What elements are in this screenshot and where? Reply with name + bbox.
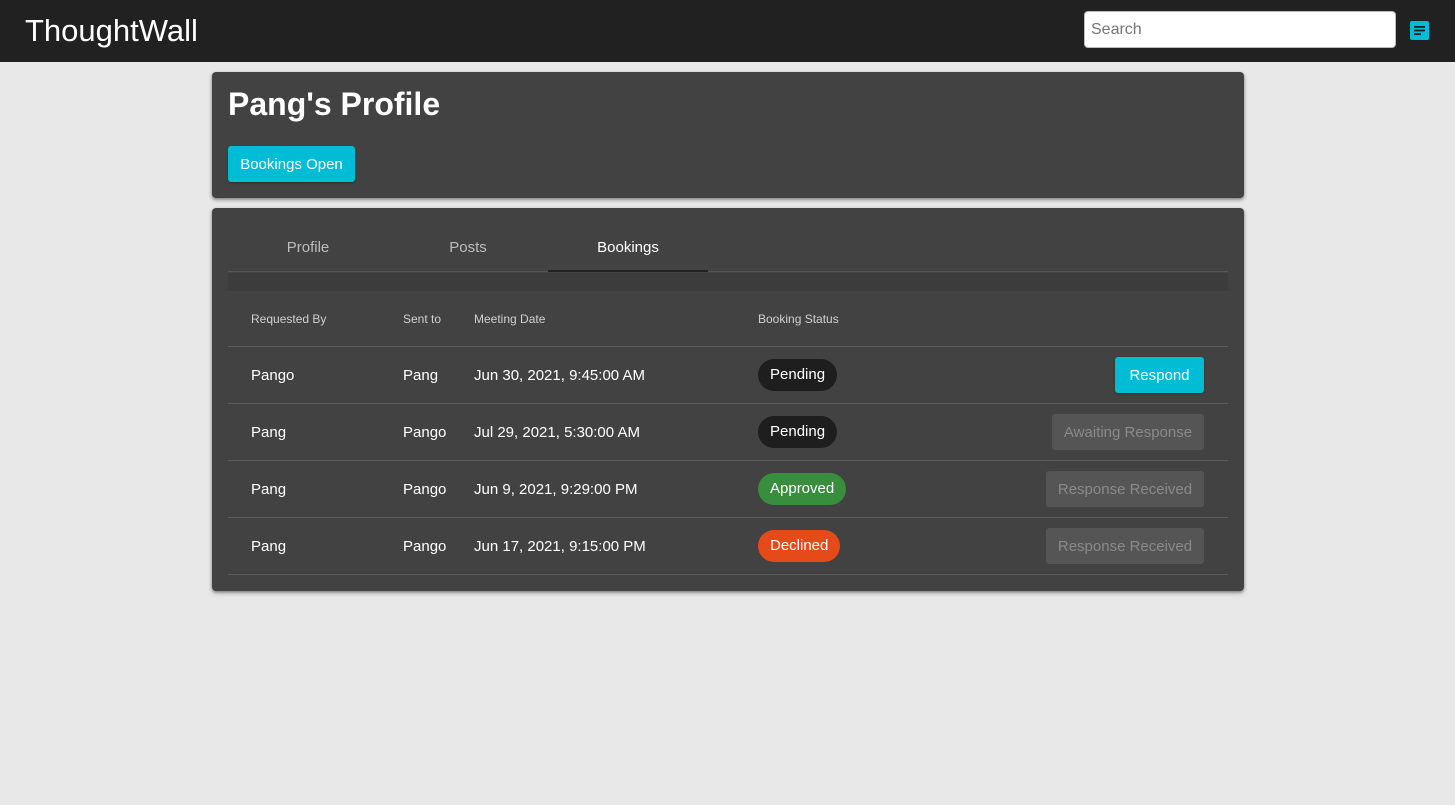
- column-header-booking-status: Booking Status: [758, 312, 839, 326]
- table-row: Pang Pango Jul 29, 2021, 5:30:00 AM Pend…: [228, 404, 1228, 461]
- bookings-open-button[interactable]: Bookings Open: [228, 146, 355, 182]
- meeting-date-cell: Jul 29, 2021, 5:30:00 AM: [474, 424, 640, 441]
- tab-posts[interactable]: Posts: [388, 224, 548, 272]
- search-input[interactable]: [1084, 11, 1396, 48]
- column-header-requested-by: Requested By: [251, 312, 327, 326]
- response-received-button: Response Received: [1046, 471, 1204, 507]
- top-navbar: ThoughtWall: [0, 0, 1455, 62]
- profile-header-card: Pang's Profile Bookings Open: [212, 72, 1244, 198]
- table-row: Pang Pango Jun 17, 2021, 9:15:00 PM Decl…: [228, 518, 1228, 575]
- sent-to-cell: Pango: [403, 481, 447, 498]
- meeting-date-cell: Jun 9, 2021, 9:29:00 PM: [474, 481, 638, 498]
- meeting-date-cell: Jun 17, 2021, 9:15:00 PM: [474, 538, 646, 555]
- tab-bar: Profile Posts Bookings: [228, 224, 1228, 272]
- table-toolbar: [228, 273, 1228, 291]
- status-badge: Pending: [758, 416, 838, 448]
- tab-profile[interactable]: Profile: [228, 224, 388, 272]
- meeting-date-cell: Jun 30, 2021, 9:45:00 AM: [474, 367, 645, 384]
- column-header-meeting-date: Meeting Date: [474, 312, 546, 326]
- profile-tabs-card: Profile Posts Bookings Requested By Sent…: [212, 208, 1244, 591]
- sent-to-cell: Pang: [403, 367, 439, 384]
- app-title[interactable]: ThoughtWall: [25, 13, 198, 49]
- response-received-button: Response Received: [1046, 528, 1204, 564]
- status-badge: Approved: [758, 473, 847, 505]
- requested-by-cell: Pang: [251, 424, 287, 441]
- requested-by-cell: Pang: [251, 481, 287, 498]
- notes-icon[interactable]: [1410, 21, 1429, 40]
- table-row: Pango Pang Jun 30, 2021, 9:45:00 AM Pend…: [228, 347, 1228, 404]
- status-badge: Pending: [758, 359, 838, 391]
- table-row: Pang Pango Jun 9, 2021, 9:29:00 PM Appro…: [228, 461, 1228, 518]
- column-header-sent-to: Sent to: [403, 312, 442, 326]
- bookings-table-header: Requested By Sent to Meeting Date Bookin…: [228, 291, 1228, 347]
- page-title: Pang's Profile: [228, 86, 441, 122]
- sent-to-cell: Pango: [403, 424, 447, 441]
- requested-by-cell: Pang: [251, 538, 287, 555]
- requested-by-cell: Pango: [251, 367, 295, 384]
- awaiting-response-button: Awaiting Response: [1052, 414, 1204, 450]
- status-badge: Declined: [758, 530, 841, 562]
- sent-to-cell: Pango: [403, 538, 447, 555]
- respond-button[interactable]: Respond: [1115, 357, 1204, 393]
- tab-bookings[interactable]: Bookings: [548, 224, 708, 272]
